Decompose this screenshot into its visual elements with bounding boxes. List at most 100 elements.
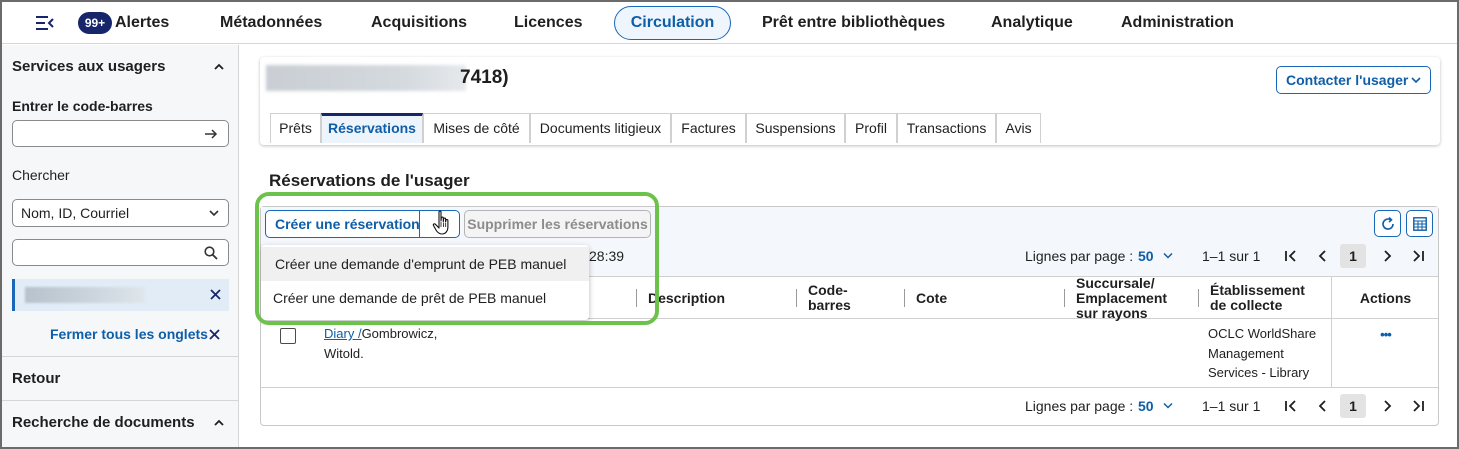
column-separator (796, 289, 797, 307)
sidebar-divider (2, 400, 238, 401)
nav-alerts[interactable]: Alertes (115, 2, 169, 44)
rows-per-page-select[interactable]: 50 (1138, 248, 1154, 264)
sidebar-divider (2, 356, 238, 357)
column-description[interactable]: Description (648, 291, 725, 306)
row-actions-menu[interactable]: ••• (1332, 327, 1439, 342)
chevron-down-icon[interactable] (1163, 252, 1173, 260)
tab-on-hold-shelf[interactable]: Mises de côté (423, 113, 530, 143)
column-separator (1064, 289, 1065, 307)
patron-services-title[interactable]: Services aux usagers (12, 58, 165, 75)
redacted-patron-name (266, 65, 466, 91)
sidebar-item-return[interactable]: Retour (12, 370, 60, 387)
page-range: 1–1 sur 1 (1202, 248, 1261, 264)
column-pickup-location[interactable]: Établissement de collecte (1210, 283, 1322, 313)
search-label: Chercher (12, 167, 70, 183)
tab-invoices[interactable]: Factures (671, 113, 746, 143)
menu-collapse-icon[interactable] (36, 15, 54, 31)
column-branch-location[interactable]: Succursale/ Emplacement sur rayons (1076, 276, 1176, 321)
menu-item-manual-ill-lend[interactable]: Créer une demande de prêt de PEB manuel (261, 281, 589, 315)
delete-holds-button[interactable]: Supprimer les réservations (464, 210, 651, 238)
menu-item-manual-ill-borrow[interactable]: Créer une demande d'emprunt de PEB manue… (261, 247, 589, 281)
next-page-icon[interactable] (1377, 246, 1397, 266)
barcode-label: Entrer le code-barres (12, 98, 153, 114)
chevron-up-icon[interactable] (214, 418, 224, 428)
column-actions: Actions (1359, 290, 1412, 306)
first-page-icon[interactable] (1281, 246, 1301, 266)
nav-metadata[interactable]: Métadonnées (220, 2, 322, 44)
first-page-icon[interactable] (1281, 396, 1301, 416)
barcode-input[interactable] (12, 120, 229, 147)
page-range: 1–1 sur 1 (1202, 398, 1261, 414)
tab-suspensions[interactable]: Suspensions (746, 113, 845, 143)
pager-bottom: Lignes par page : 50 1–1 sur 1 1 (1025, 394, 1435, 418)
row-checkbox[interactable] (280, 328, 296, 344)
nav-circulation[interactable]: Circulation (614, 6, 731, 40)
pager-top: Lignes par page : 50 1–1 sur 1 1 (1025, 244, 1435, 268)
tab-loans[interactable]: Prêts (270, 113, 321, 143)
column-settings-button[interactable] (1406, 210, 1433, 237)
last-page-icon[interactable] (1408, 246, 1428, 266)
next-page-icon[interactable] (1377, 396, 1397, 416)
sidebar: Services aux usagers Entrer le code-barr… (2, 45, 239, 447)
nav-ill[interactable]: Prêt entre bibliothèques (762, 2, 945, 44)
redacted-patron-name (25, 287, 145, 303)
search-input[interactable] (12, 239, 229, 266)
close-icon[interactable] (210, 289, 221, 300)
contact-patron-label: Contacter l'usager (1286, 72, 1409, 88)
split-divider (419, 211, 420, 237)
patron-header-card: 7418) Contacter l'usager Prêts Réservati… (260, 57, 1440, 145)
nav-administration[interactable]: Administration (1121, 2, 1234, 44)
search-icon[interactable] (204, 246, 218, 260)
last-page-icon[interactable] (1408, 396, 1428, 416)
column-separator (636, 289, 637, 307)
actions-column: Actions ••• (1331, 277, 1438, 387)
chevron-down-icon (209, 210, 219, 217)
title-cell: Diary /Gombrowicz, Witold. (324, 324, 464, 363)
chevron-down-icon[interactable] (1163, 402, 1173, 410)
rows-per-page-select[interactable]: 50 (1138, 398, 1154, 414)
top-navigation: 99+ Alertes Métadonnées Acquisitions Lic… (2, 2, 1457, 44)
create-hold-split-button[interactable]: Créer une réservation (265, 210, 460, 238)
tab-profile[interactable]: Profil (845, 113, 897, 143)
tab-transactions[interactable]: Transactions (897, 113, 996, 143)
tab-notices[interactable]: Avis (996, 113, 1041, 143)
nav-acquisitions[interactable]: Acquisitions (371, 2, 467, 44)
columns-icon (1413, 217, 1427, 231)
create-hold-button[interactable]: Créer une réservation (275, 211, 420, 237)
arrow-right-icon[interactable] (205, 128, 218, 140)
prev-page-icon[interactable] (1313, 246, 1333, 266)
column-call-number[interactable]: Cote (916, 291, 947, 306)
pickup-cell: OCLC WorldShare Management Services - Li… (1208, 326, 1317, 380)
holds-section-title: Réservations de l'usager (269, 171, 470, 190)
prev-page-icon[interactable] (1313, 396, 1333, 416)
alert-count-badge: 99+ (78, 12, 112, 34)
hand-cursor-icon (432, 210, 449, 235)
item-search-title[interactable]: Recherche de documents (12, 414, 195, 431)
column-barcode[interactable]: Code-barres (808, 283, 868, 313)
patron-name: 7418) (460, 67, 509, 88)
rows-per-page-label: Lignes par page : (1025, 248, 1134, 264)
rows-per-page-label: Lignes par page : (1025, 398, 1134, 414)
timestamp-fragment: 28:39 (589, 248, 625, 264)
search-type-select[interactable]: Nom, ID, Courriel (12, 199, 229, 227)
column-separator (1198, 289, 1199, 307)
chevron-down-icon (1411, 77, 1421, 84)
close-all-tabs-link[interactable]: Fermer tous les onglets (50, 326, 208, 342)
open-patron-tab[interactable] (12, 279, 229, 311)
refresh-icon (1382, 217, 1394, 230)
title-link[interactable]: Diary / (324, 326, 362, 341)
tab-disputed-items[interactable]: Documents litigieux (530, 113, 671, 143)
current-page[interactable]: 1 (1340, 244, 1366, 268)
contact-patron-button[interactable]: Contacter l'usager (1276, 66, 1431, 94)
nav-licenses[interactable]: Licences (514, 2, 582, 44)
table-footer-divider (261, 387, 1438, 388)
chevron-up-icon[interactable] (214, 62, 224, 72)
refresh-button[interactable] (1374, 210, 1401, 237)
column-separator (904, 289, 905, 307)
close-all-icon[interactable] (209, 329, 220, 340)
nav-analytics[interactable]: Analytique (991, 2, 1073, 44)
search-type-value: Nom, ID, Courriel (21, 205, 130, 221)
header-divider (1332, 318, 1438, 319)
tab-holds[interactable]: Réservations (321, 113, 423, 143)
current-page[interactable]: 1 (1340, 394, 1366, 418)
